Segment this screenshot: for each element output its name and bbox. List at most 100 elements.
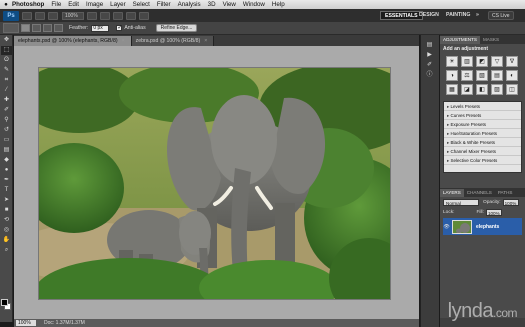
levels-icon[interactable]: ▥ [461,56,473,67]
mini-bridge-button[interactable] [35,11,45,20]
menu-filter[interactable]: Filter [157,1,171,8]
layer-row-elephants[interactable]: 👁 elephants [443,218,522,235]
refine-edge-button[interactable]: Refine Edge... [155,24,198,32]
menu-layer[interactable]: Layer [110,1,125,8]
tool-preset-picker[interactable] [3,23,19,33]
preset-levels[interactable]: Levels Presets [444,102,521,111]
type-tool-icon[interactable]: T [1,186,12,195]
close-tab-icon[interactable]: × [122,38,125,44]
workspace-more[interactable]: » [476,12,479,18]
marquee-tool-icon[interactable]: ⬚ [1,46,12,55]
preset-selective-color[interactable]: Selective Color Presets [444,156,521,165]
preset-hue-saturation[interactable]: Hue/Saturation Presets [444,129,521,138]
apple-menu-icon[interactable]: ● [0,1,12,8]
intersect-selection-button[interactable] [54,24,63,32]
preset-black-white[interactable]: Black & White Presets [444,138,521,147]
lasso-tool-icon[interactable]: ʘ [1,56,12,65]
shape-tool-icon[interactable]: ■ [1,206,12,215]
zoom-level-select[interactable]: 100% [62,11,84,20]
black-white-icon[interactable]: ▧ [476,70,488,81]
tab-adjustments[interactable]: ADJUSTMENTS [440,36,480,44]
3d-rotate-tool-icon[interactable]: ⟲ [1,216,12,225]
opacity-field[interactable]: 100% [502,198,519,206]
menu-3d[interactable]: 3D [208,1,216,8]
eyedropper-tool-icon[interactable]: ⁄ [1,86,12,95]
menu-file[interactable]: File [51,1,61,8]
menu-help[interactable]: Help [272,1,285,8]
image-canvas[interactable] [39,68,390,299]
path-selection-tool-icon[interactable]: ➤ [1,196,12,205]
menu-edit[interactable]: Edit [68,1,79,8]
fill-field[interactable]: 100% [485,208,502,216]
new-selection-button[interactable] [21,24,30,32]
healing-brush-tool-icon[interactable]: ✚ [1,96,12,105]
preset-exposure[interactable]: Exposure Presets [444,120,521,129]
dodge-tool-icon[interactable]: ● [1,166,12,175]
workspace-design[interactable]: DESIGN [419,12,439,18]
feather-field[interactable]: 0 px [91,24,110,32]
preset-curves[interactable]: Curves Presets [444,111,521,120]
pen-tool-icon[interactable]: ✒ [1,176,12,185]
menu-select[interactable]: Select [133,1,150,8]
rotate-view-button[interactable] [113,11,123,20]
gradient-map-icon[interactable]: ▨ [491,84,503,95]
zoom-tool-icon[interactable]: ⌕ [1,246,12,255]
tab-masks[interactable]: MASKS [480,36,502,44]
blur-tool-icon[interactable]: ◆ [1,156,12,165]
preset-channel-mixer[interactable]: Channel Mixer Presets [444,147,521,156]
clone-stamp-tool-icon[interactable]: ⚲ [1,116,12,125]
brushes-panel-icon[interactable]: ✐ [422,61,437,70]
3d-orbit-tool-icon[interactable]: ◎ [1,226,12,235]
anti-alias-checkbox[interactable] [116,24,122,31]
invert-icon[interactable]: ▦ [446,84,458,95]
brush-tool-icon[interactable]: ✐ [1,106,12,115]
arrange-documents-button[interactable] [126,11,136,20]
blend-mode-select[interactable]: Normal [443,198,479,206]
selective-color-icon[interactable]: ◫ [506,84,518,95]
channel-mixer-icon[interactable]: ◐ [506,70,518,81]
zoom-tool-button[interactable] [100,11,110,20]
hand-tool-button[interactable] [87,11,97,20]
exposure-icon[interactable]: ▽ [491,56,503,67]
menu-analysis[interactable]: Analysis [178,1,201,8]
tab-channels[interactable]: CHANNELS [464,189,495,197]
posterize-icon[interactable]: ◪ [461,84,473,95]
hue-saturation-icon[interactable]: ◑ [446,70,458,81]
tab-zebra[interactable]: zebra.psd @ 100% (RGB/8) × [131,36,215,46]
hand-tool-icon[interactable]: ✋ [1,236,12,245]
workspace-painting[interactable]: PAINTING [446,12,470,18]
tab-paths[interactable]: PATHS [495,189,516,197]
close-tab-icon[interactable]: × [204,38,207,44]
status-zoom-field[interactable]: 100% [16,320,36,326]
foreground-color-swatch[interactable] [1,299,8,306]
menu-image[interactable]: Image [86,1,103,8]
cs-live-button[interactable]: CS Live [488,11,514,20]
add-to-selection-button[interactable] [32,24,41,32]
eraser-tool-icon[interactable]: ▭ [1,136,12,145]
history-brush-tool-icon[interactable]: ↺ [1,126,12,135]
screen-mode-button[interactable] [139,11,149,20]
photo-filter-icon[interactable]: ▤ [491,70,503,81]
menu-window[interactable]: Window [243,1,265,8]
move-tool-icon[interactable]: ✥ [1,36,12,45]
layer-name[interactable]: elephants [476,224,499,230]
curves-icon[interactable]: ◩ [476,56,488,67]
info-panel-icon[interactable]: ⓘ [422,71,437,80]
workspace-essentials[interactable]: ESSENTIALS [380,11,423,20]
menu-photoshop[interactable]: Photoshop [12,1,44,8]
threshold-icon[interactable]: ◧ [476,84,488,95]
visibility-eye-icon[interactable]: 👁 [443,224,450,230]
menu-view[interactable]: View [223,1,236,8]
extras-button[interactable] [48,11,58,20]
bridge-button[interactable] [22,11,32,20]
subtract-from-selection-button[interactable] [43,24,52,32]
color-balance-icon[interactable]: ⚖ [461,70,473,81]
vibrance-icon[interactable]: ∇ [506,56,518,67]
tab-layers[interactable]: LAYERS [440,189,464,197]
document-size-info[interactable]: Doc: 1.37M/1.37M [44,320,85,326]
actions-panel-icon[interactable]: ▶ [422,51,437,60]
crop-tool-icon[interactable]: ⌗ [1,76,12,85]
gradient-tool-icon[interactable]: ▤ [1,146,12,155]
history-panel-icon[interactable]: ▤ [422,41,437,50]
brightness-contrast-icon[interactable]: ☀ [446,56,458,67]
